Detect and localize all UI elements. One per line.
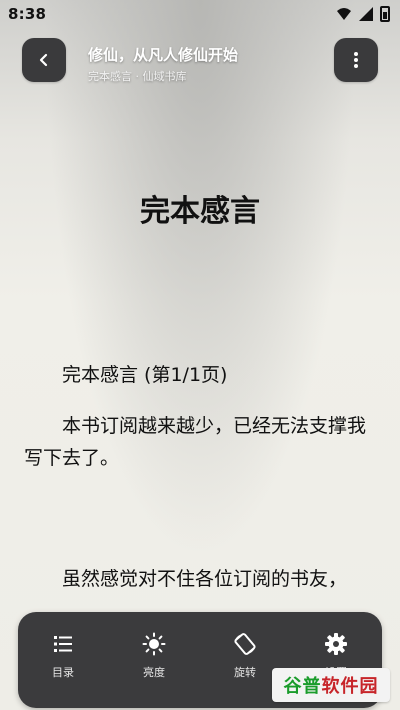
brightness-icon [142, 632, 166, 656]
list-icon [54, 636, 72, 652]
battery-icon [380, 6, 390, 22]
menu-item-toc[interactable]: 目录 [28, 632, 98, 692]
status-bar: 8:38 [0, 0, 400, 28]
chapter-content: 完本感言 (第1/1页) 本书订阅越来越少，已经无法支撑我写下去了。 虽然感觉对… [24, 360, 376, 595]
top-bar: 修仙，从凡人修仙开始 完本感言 · 仙域书库 [0, 38, 400, 90]
signal-icon [359, 7, 373, 21]
menu-label: 旋转 [234, 666, 256, 679]
status-icons [336, 6, 390, 22]
back-button[interactable] [22, 38, 66, 82]
watermark-text-1: 谷普 [283, 676, 322, 697]
reader-page[interactable]: 8:38 修仙，从凡人修仙开始 完本感言 · 仙域书库 完本感言 完本感言 (第… [0, 0, 400, 710]
rotate-icon [234, 633, 256, 655]
watermark-logo: 谷普 软件园 [272, 668, 390, 702]
menu-item-brightness[interactable]: 亮度 [119, 632, 189, 692]
paragraph: 虽然感觉对不住各位订阅的书友， [62, 568, 348, 591]
book-title: 修仙，从凡人修仙开始 [88, 46, 239, 64]
chapter-title: 完本感言 [140, 194, 260, 229]
book-subtitle: 完本感言 · 仙域书库 [88, 70, 187, 83]
more-vertical-icon [354, 52, 358, 68]
menu-label: 亮度 [143, 666, 165, 679]
menu-item-rotate[interactable]: 旋转 [210, 632, 280, 692]
paragraph: 本书订阅越来越少，已经无法支撑我写下去了。 [24, 415, 367, 469]
more-button[interactable] [334, 38, 378, 82]
page-indicator: 完本感言 (第1/1页) [62, 364, 228, 386]
gear-icon [325, 633, 347, 655]
watermark-text-2: 软件园 [321, 676, 379, 697]
status-time: 8:38 [8, 5, 47, 23]
wifi-icon [337, 8, 351, 20]
chevron-left-icon [39, 53, 48, 67]
menu-label: 目录 [52, 666, 74, 679]
